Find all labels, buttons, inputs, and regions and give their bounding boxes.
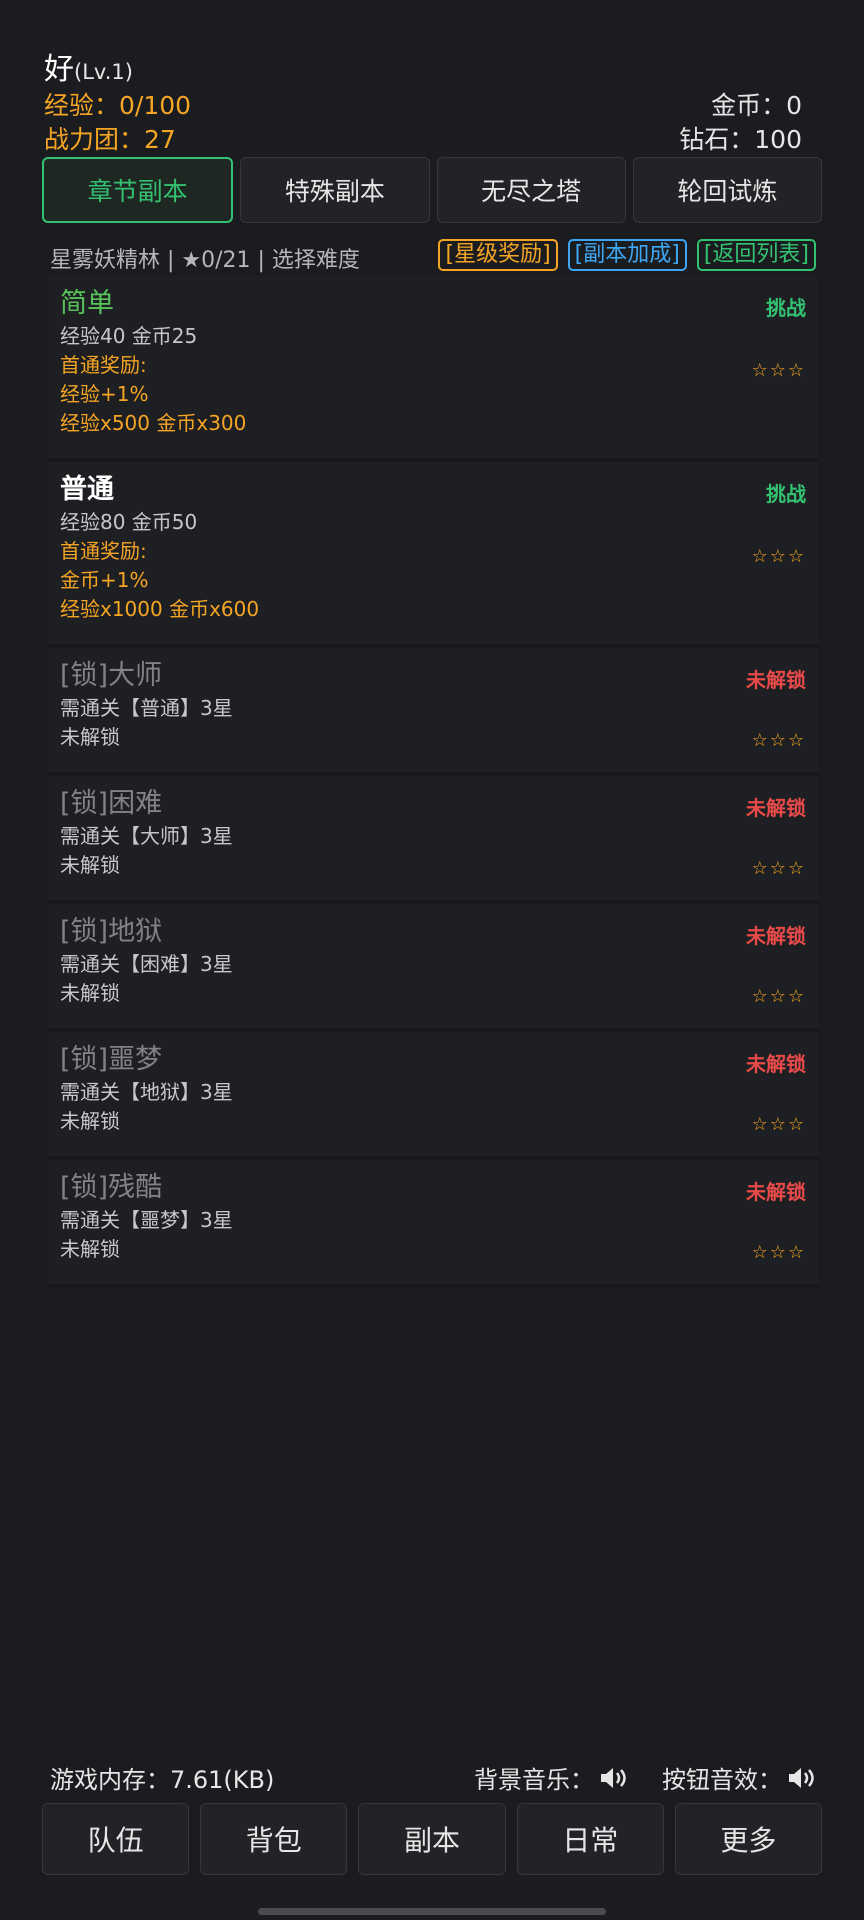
- difficulty-title: [锁]地狱: [60, 916, 163, 947]
- home-indicator[interactable]: [258, 1908, 606, 1915]
- star-rating: ☆☆☆: [751, 360, 806, 381]
- bgm-toggle[interactable]: 背景音乐：: [474, 1760, 628, 1797]
- chapter-info: 星雾妖精林 | ★0/21 | 选择难度: [50, 248, 360, 273]
- diamond-amount: 钻石：100: [679, 125, 802, 154]
- unlock-requirement: 需通关【普通】3星: [60, 696, 233, 720]
- lock-status: 未解锁: [60, 1237, 120, 1261]
- nav-team[interactable]: 队伍: [42, 1803, 190, 1875]
- locked-label: 未解锁: [746, 668, 806, 692]
- first-clear-bonus: 经验+1%: [60, 382, 149, 406]
- first-clear-items: 经验x500 金币x300: [60, 411, 247, 435]
- difficulty-card-normal: 普通 经验80 金币50 首通奖励: 金币+1% 经验x1000 金币x600 …: [48, 462, 818, 648]
- bgm-label: 背景音乐：: [474, 1766, 594, 1794]
- difficulty-title: [锁]残酷: [60, 1172, 163, 1203]
- difficulty-reward: 经验80 金币50: [60, 510, 198, 534]
- star-reward-button[interactable]: [星级奖励]: [438, 239, 558, 271]
- locked-label: 未解锁: [746, 924, 806, 948]
- nav-bag[interactable]: 背包: [200, 1803, 348, 1875]
- unlock-requirement: 需通关【噩梦】3星: [60, 1208, 233, 1232]
- player-power: 战力团：27: [44, 125, 176, 154]
- game-memory: 游戏内存：7.61(KB): [50, 1766, 275, 1794]
- dungeon-tabs: 章节副本 特殊副本 无尽之塔 轮回试炼: [42, 157, 822, 225]
- difficulty-list: 简单 经验40 金币25 首通奖励: 经验+1% 经验x500 金币x300 挑…: [48, 276, 818, 1288]
- challenge-button[interactable]: 挑战: [766, 478, 806, 507]
- unlock-requirement: 需通关【大师】3星: [60, 824, 233, 848]
- dungeon-bonus-button[interactable]: [副本加成]: [567, 239, 687, 271]
- difficulty-title: [锁]噩梦: [60, 1044, 163, 1075]
- star-rating: ☆☆☆: [751, 1114, 806, 1135]
- difficulty-title: [锁]大师: [60, 660, 163, 691]
- back-to-list-button[interactable]: [返回列表]: [696, 239, 816, 271]
- lock-status: 未解锁: [60, 1109, 120, 1133]
- nav-dungeon[interactable]: 副本: [358, 1803, 506, 1875]
- gold-amount: 金币：0: [711, 91, 802, 120]
- lock-status: 未解锁: [60, 981, 120, 1005]
- difficulty-reward: 经验40 金币25: [60, 324, 198, 348]
- player-exp: 经验：0/100: [44, 91, 192, 120]
- unlock-requirement: 需通关【困难】3星: [60, 952, 233, 976]
- difficulty-card-nightmare: [锁]噩梦 需通关【地狱】3星 未解锁 未解锁 ☆☆☆: [48, 1032, 818, 1160]
- speaker-icon[interactable]: [598, 1765, 628, 1797]
- player-name-text: 好: [44, 52, 74, 87]
- tab-chapter-dungeon[interactable]: 章节副本: [42, 157, 234, 223]
- tab-endless-tower[interactable]: 无尽之塔: [436, 157, 626, 223]
- tab-special-dungeon[interactable]: 特殊副本: [240, 157, 430, 223]
- star-rating: ☆☆☆: [751, 1242, 806, 1263]
- difficulty-card-hell: [锁]地狱 需通关【困难】3星 未解锁 未解锁 ☆☆☆: [48, 904, 818, 1032]
- tab-reincarnation-trial[interactable]: 轮回试炼: [632, 157, 822, 223]
- first-clear-label: 首通奖励:: [60, 539, 147, 563]
- difficulty-card-master: [锁]大师 需通关【普通】3星 未解锁 未解锁 ☆☆☆: [48, 648, 818, 776]
- star-rating: ☆☆☆: [751, 986, 806, 1007]
- difficulty-card-hard: [锁]困难 需通关【大师】3星 未解锁 未解锁 ☆☆☆: [48, 776, 818, 904]
- locked-label: 未解锁: [746, 1180, 806, 1204]
- lock-status: 未解锁: [60, 853, 120, 877]
- star-rating: ☆☆☆: [751, 730, 806, 751]
- first-clear-bonus: 金币+1%: [60, 568, 149, 592]
- challenge-button[interactable]: 挑战: [766, 292, 806, 321]
- first-clear-items: 经验x1000 金币x600: [60, 597, 260, 621]
- locked-label: 未解锁: [746, 796, 806, 820]
- difficulty-title: 简单: [60, 288, 114, 319]
- star-rating: ☆☆☆: [751, 546, 806, 567]
- lock-status: 未解锁: [60, 725, 120, 749]
- difficulty-title: [锁]困难: [60, 788, 163, 819]
- unlock-requirement: 需通关【地狱】3星: [60, 1080, 233, 1104]
- player-name: 好(Lv.1): [44, 44, 133, 88]
- player-level: (Lv.1): [74, 60, 133, 84]
- first-clear-label: 首通奖励:: [60, 353, 147, 377]
- difficulty-card-easy: 简单 经验40 金币25 首通奖励: 经验+1% 经验x500 金币x300 挑…: [48, 276, 818, 462]
- speaker-icon[interactable]: [786, 1765, 816, 1797]
- chapter-actions: [星级奖励] [副本加成] [返回列表]: [438, 239, 816, 271]
- star-rating: ☆☆☆: [751, 858, 806, 879]
- bottom-nav: 队伍 背包 副本 日常 更多: [42, 1803, 823, 1875]
- button-sound-label: 按钮音效：: [662, 1766, 782, 1794]
- locked-label: 未解锁: [746, 1052, 806, 1076]
- nav-daily[interactable]: 日常: [516, 1803, 664, 1875]
- button-sound-toggle[interactable]: 按钮音效：: [662, 1760, 816, 1797]
- nav-more[interactable]: 更多: [674, 1803, 823, 1875]
- difficulty-title: 普通: [60, 474, 114, 505]
- difficulty-card-brutal: [锁]残酷 需通关【噩梦】3星 未解锁 未解锁 ☆☆☆: [48, 1160, 818, 1288]
